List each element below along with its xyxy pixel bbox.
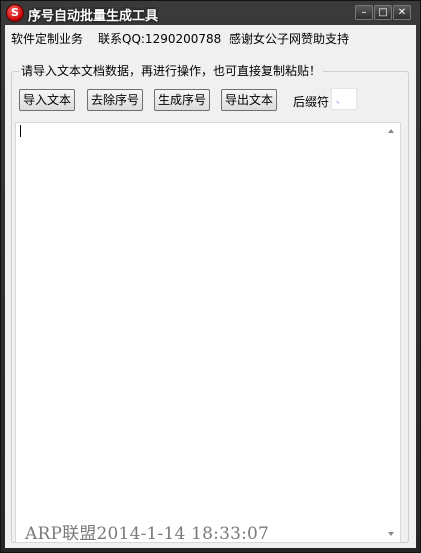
app-logo-icon: S (7, 5, 23, 21)
text-caret (20, 125, 21, 137)
title-bar[interactable]: S 序号自动批量生成工具 – □ ✕ (1, 1, 420, 25)
app-window: S 序号自动批量生成工具 – □ ✕ 软件定制业务 联系QQ:129020078… (0, 0, 421, 553)
data-text-area[interactable] (15, 122, 401, 543)
scroll-up-icon[interactable] (388, 129, 394, 133)
import-text-button[interactable]: 导入文本 (19, 89, 75, 111)
vertical-scrollbar[interactable] (384, 123, 400, 542)
generate-serial-button[interactable]: 生成序号 (154, 89, 210, 111)
group-instructions: 请导入文本文档数据，再进行操作，也可直接复制粘贴！ (19, 62, 324, 79)
window-title: 序号自动批量生成工具 (28, 9, 159, 24)
export-text-button[interactable]: 导出文本 (221, 89, 277, 111)
service-text: 软件定制业务 (11, 32, 84, 46)
maximize-button[interactable]: □ (374, 5, 392, 20)
contact-qq-text: 联系QQ:1290200788 (98, 32, 222, 46)
client-area: 软件定制业务 联系QQ:1290200788 感谢女公子网赞助支持 请导入文本文… (5, 25, 416, 548)
remove-serial-button[interactable]: 去除序号 (87, 89, 143, 111)
scroll-down-icon[interactable] (388, 532, 394, 536)
watermark-text: ARP联盟2014-1-14 18:33:07 (25, 524, 270, 544)
suffix-input[interactable] (331, 88, 357, 110)
close-button[interactable]: ✕ (393, 5, 411, 20)
suffix-label: 后缀符 (293, 95, 330, 109)
minimize-button[interactable]: – (355, 5, 373, 20)
sponsor-text: 感谢女公子网赞助支持 (229, 32, 350, 46)
